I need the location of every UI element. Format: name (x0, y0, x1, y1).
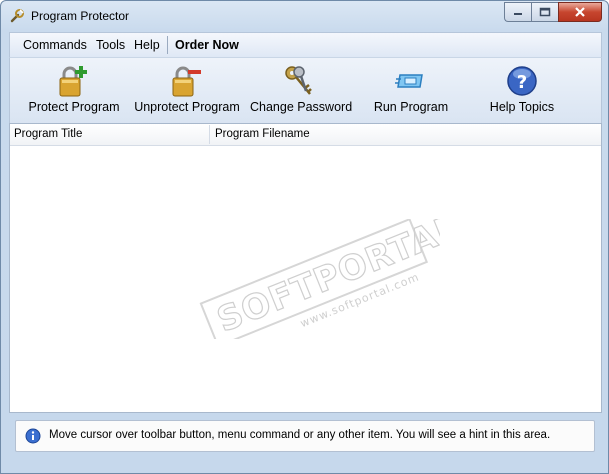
run-program-button[interactable]: Run Program (368, 58, 454, 124)
main-window: Program Protector Commands Tools Help Or… (0, 0, 609, 474)
program-list[interactable]: Program Title Program Filename SOFTPORTA… (9, 123, 602, 413)
minimize-icon (514, 13, 522, 15)
menu-tools[interactable]: Tools (96, 38, 125, 52)
unprotect-program-button[interactable]: Unprotect Program (134, 58, 240, 124)
unprotect-program-label: Unprotect Program (134, 100, 240, 114)
menu-bar: Commands Tools Help Order Now (9, 32, 602, 57)
close-icon (575, 7, 585, 17)
change-password-button[interactable]: Change Password (250, 58, 353, 124)
softportal-watermark: SOFTPORTAL www.softportal.com ™ (199, 219, 440, 339)
menu-commands[interactable]: Commands (23, 38, 87, 52)
padlock-minus-icon (172, 66, 201, 97)
toolbar: Protect Program Unprotect Program Change… (9, 57, 602, 125)
minimize-button[interactable] (504, 2, 531, 22)
change-password-label: Change Password (250, 100, 353, 114)
protect-program-button[interactable]: Protect Program (24, 58, 124, 124)
menu-order-now[interactable]: Order Now (175, 38, 239, 52)
run-program-label: Run Program (373, 100, 449, 114)
help-topics-label: Help Topics (489, 100, 555, 114)
run-icon (395, 74, 423, 88)
menu-help[interactable]: Help (134, 38, 160, 52)
column-program-title[interactable]: Program Title (14, 128, 82, 140)
menu-separator (167, 36, 168, 54)
maximize-button[interactable] (531, 2, 558, 22)
hint-bar: Move cursor over toolbar button, menu co… (15, 420, 595, 452)
window-title: Program Protector (31, 9, 130, 23)
protect-program-label: Protect Program (28, 100, 120, 114)
column-separator[interactable] (209, 125, 210, 144)
svg-text:?: ? (517, 72, 527, 93)
close-button[interactable] (558, 2, 602, 22)
help-topics-button[interactable]: ? Help Topics (482, 58, 562, 124)
title-bar[interactable]: Program Protector (1, 1, 608, 31)
wrench-app-icon (10, 9, 24, 23)
column-program-filename[interactable]: Program Filename (215, 128, 310, 140)
hint-text: Move cursor over toolbar button, menu co… (49, 429, 551, 441)
info-icon (25, 428, 41, 444)
padlock-plus-icon (59, 66, 87, 97)
caption-buttons (504, 2, 602, 22)
keys-icon (285, 66, 312, 95)
help-icon: ? (507, 66, 537, 96)
maximize-icon (539, 7, 551, 17)
list-header: Program Title Program Filename (10, 124, 601, 146)
